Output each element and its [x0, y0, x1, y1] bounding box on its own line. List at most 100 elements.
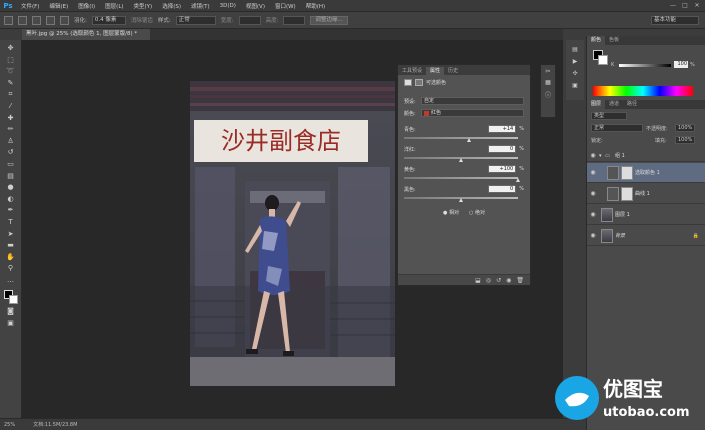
screen-mode-icon[interactable]: ▣: [5, 319, 17, 328]
menu-view[interactable]: 视图(V): [241, 2, 270, 10]
layer-row-curves[interactable]: ◉ 曲线 1: [587, 184, 705, 204]
antialias-checkbox[interactable]: 消除锯齿: [131, 16, 153, 24]
black-slider-thumb[interactable]: [459, 198, 463, 202]
width-input[interactable]: [238, 15, 261, 25]
pen-tool-icon[interactable]: ✒: [5, 206, 17, 215]
tool-presets-icon[interactable]: ✂: [545, 68, 550, 75]
menu-type[interactable]: 类型(Y): [129, 2, 158, 10]
color-swatches[interactable]: [3, 290, 18, 305]
zoom-tool-icon[interactable]: ⚲: [5, 264, 17, 273]
intersect-selection-icon[interactable]: [60, 15, 69, 25]
tab-swatches[interactable]: 色板: [605, 36, 623, 45]
layer-mask-thumbnail[interactable]: [621, 186, 633, 201]
menu-image[interactable]: 图像(I): [73, 2, 100, 10]
menu-filter[interactable]: 滤镜(T): [186, 2, 215, 10]
crop-tool-icon[interactable]: ⌗: [5, 90, 17, 99]
colors-select[interactable]: 红色: [421, 109, 524, 117]
maximize-button[interactable]: □: [681, 2, 689, 9]
magenta-slider-thumb[interactable]: [459, 158, 463, 162]
view-previous-icon[interactable]: ◎: [486, 277, 491, 284]
k-input[interactable]: 100: [674, 61, 688, 68]
feather-input[interactable]: 0.4 像素: [91, 15, 126, 25]
minimize-button[interactable]: —: [669, 2, 677, 9]
healing-brush-tool-icon[interactable]: ✚: [5, 114, 17, 123]
workspace-select[interactable]: 基本功能: [651, 15, 699, 25]
marquee-tool-icon[interactable]: ⬚: [5, 56, 17, 65]
add-selection-icon[interactable]: [32, 15, 41, 25]
layer-row-layer1[interactable]: ◉ 图层 1: [587, 205, 705, 225]
menu-help[interactable]: 帮助(H): [301, 2, 330, 10]
yellow-input[interactable]: +100: [488, 165, 517, 173]
menu-3d[interactable]: 3D(D): [215, 3, 241, 9]
tab-paths[interactable]: 路径: [623, 100, 641, 109]
info-icon[interactable]: ⓘ: [545, 90, 551, 99]
clip-to-layer-icon[interactable]: ⬓: [475, 277, 481, 284]
height-input[interactable]: [283, 15, 306, 25]
shape-tool-icon[interactable]: ▬: [5, 241, 17, 250]
refine-edge-button[interactable]: 调整边缘...: [310, 15, 348, 25]
eraser-tool-icon[interactable]: ▭: [5, 160, 17, 169]
tab-channels[interactable]: 通道: [605, 100, 623, 109]
history-icon[interactable]: ▤: [572, 46, 578, 53]
color-spectrum[interactable]: [593, 86, 693, 96]
clone-stamp-tool-icon[interactable]: ♙: [5, 137, 17, 146]
layer-mask-thumbnail[interactable]: [621, 165, 633, 180]
preset-select[interactable]: 自定: [421, 97, 524, 105]
menu-window[interactable]: 窗口(W): [270, 2, 301, 10]
eye-icon[interactable]: ◉: [587, 169, 599, 176]
brush-tool-icon[interactable]: ✏: [5, 125, 17, 134]
delete-icon[interactable]: 🗑: [516, 277, 524, 284]
layer-row-group[interactable]: ◉ ▾ ▭ 组 1: [587, 150, 705, 162]
tab-history[interactable]: 历史: [444, 67, 462, 75]
tab-layers[interactable]: 图层: [587, 100, 606, 109]
hand-tool-icon[interactable]: ✋: [5, 253, 17, 262]
menu-edit[interactable]: 编辑(E): [44, 2, 73, 10]
gradient-tool-icon[interactable]: ▤: [5, 172, 17, 181]
blend-mode-select[interactable]: 正常: [591, 124, 643, 132]
cyan-slider-thumb[interactable]: [466, 138, 471, 142]
eye-icon[interactable]: ◉: [587, 211, 599, 218]
cyan-slider-track[interactable]: [404, 137, 518, 139]
magenta-input[interactable]: 0: [488, 145, 517, 153]
dodge-tool-icon[interactable]: ◐: [5, 195, 17, 204]
properties-icon[interactable]: ▦: [545, 79, 551, 86]
document-tab[interactable]: 黑叶.jpg @ 25% (选取颜色 1, 图层蒙版/8) *: [22, 29, 150, 40]
play-action-icon[interactable]: ▶: [573, 58, 578, 65]
history-brush-tool-icon[interactable]: ↺: [5, 148, 17, 157]
background-color-swatch[interactable]: [8, 295, 18, 305]
cyan-input[interactable]: +14: [488, 125, 517, 133]
marquee-tool-icon[interactable]: [4, 15, 13, 25]
lasso-tool-icon[interactable]: ➰: [5, 67, 17, 76]
quick-select-tool-icon[interactable]: ✎: [5, 79, 17, 88]
tab-properties[interactable]: 属性: [426, 67, 445, 75]
menu-select[interactable]: 选择(S): [157, 2, 186, 10]
yellow-slider-thumb[interactable]: [516, 178, 520, 182]
style-select[interactable]: 正常: [175, 15, 216, 25]
menu-layer[interactable]: 图层(L): [100, 2, 128, 10]
color-bg-swatch[interactable]: [598, 55, 608, 65]
menu-file[interactable]: 文件(F): [16, 2, 44, 10]
tab-tool-presets[interactable]: 工具预设: [398, 67, 426, 75]
absolute-radio[interactable]: ○ 绝对: [469, 209, 485, 216]
black-input[interactable]: 0: [488, 185, 517, 193]
new-selection-icon[interactable]: [18, 15, 27, 25]
blur-tool-icon[interactable]: ●: [5, 183, 17, 192]
opacity-input[interactable]: 100%: [675, 124, 695, 132]
adjustments-icon[interactable]: ✣: [572, 70, 577, 77]
eye-icon[interactable]: ◉: [587, 190, 599, 197]
eyedropper-tool-icon[interactable]: ⁄: [5, 102, 17, 111]
close-button[interactable]: ✕: [693, 2, 701, 9]
subtract-selection-icon[interactable]: [46, 15, 55, 25]
fill-input[interactable]: 100%: [675, 136, 695, 144]
path-select-tool-icon[interactable]: ➤: [5, 230, 17, 239]
layer-kind-filter[interactable]: 类型: [591, 112, 627, 120]
eye-icon[interactable]: ◉: [587, 232, 599, 239]
mask-icon[interactable]: [415, 79, 423, 86]
layer-row-selective-color[interactable]: ◉ 选取颜色 1: [587, 163, 705, 183]
k-slider[interactable]: [619, 64, 671, 67]
quick-mask-icon[interactable]: ◙: [5, 307, 17, 316]
visibility-icon[interactable]: ◉: [506, 277, 511, 284]
eye-icon[interactable]: ◉: [587, 152, 599, 159]
yellow-slider-track[interactable]: [404, 177, 518, 179]
more-tools-icon[interactable]: …: [5, 276, 17, 285]
